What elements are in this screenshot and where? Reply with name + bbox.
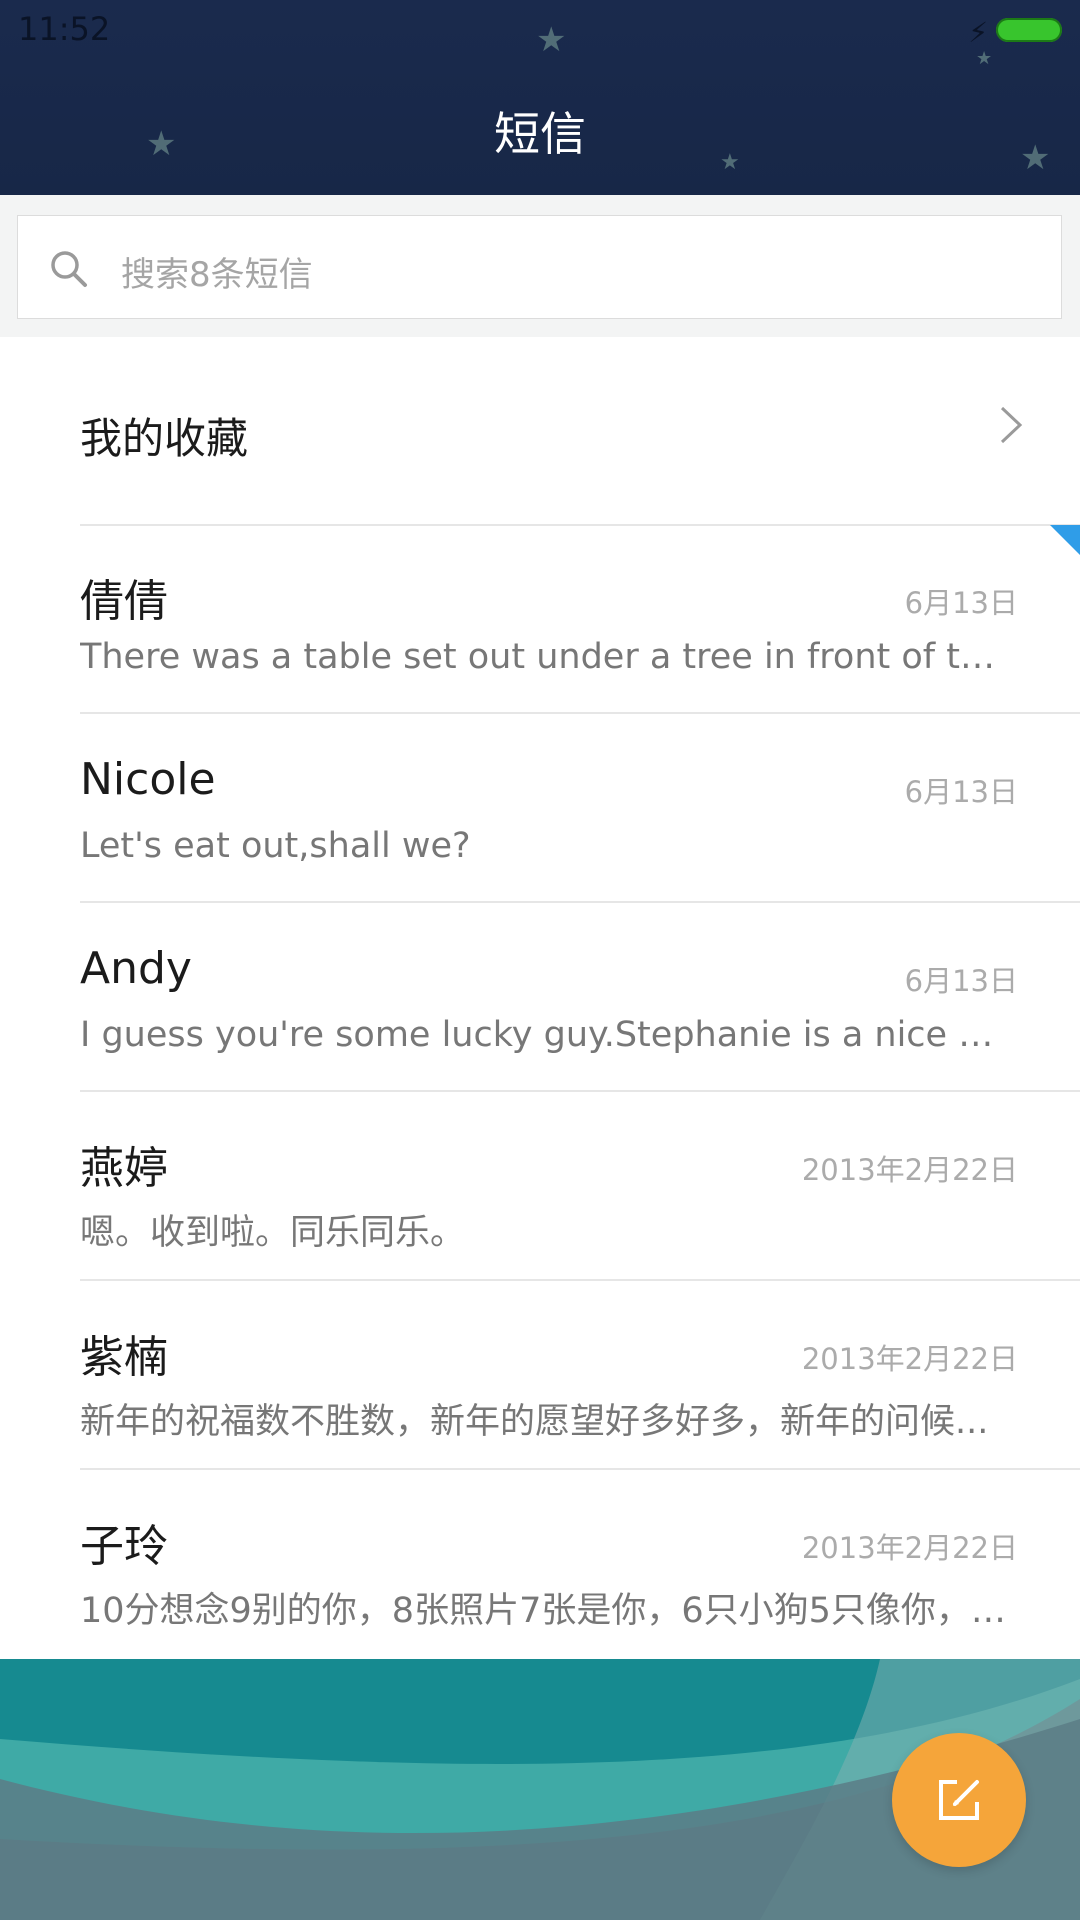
message-preview: 10分想念9别的你，8张照片7张是你，6只小狗5只像你，4...: [80, 1591, 1015, 1631]
message-date: 2013年2月22日: [801, 1153, 1018, 1187]
search-icon: [51, 251, 87, 287]
message-date: 6月13日: [904, 964, 1018, 998]
battery-icon: [996, 18, 1062, 42]
charging-icon: ⚡: [968, 16, 988, 49]
message-preview: 嗯。收到啦。同乐同乐。: [80, 1213, 466, 1253]
message-date: 6月13日: [904, 586, 1018, 620]
contact-name: 紫楠: [80, 1332, 168, 1383]
message-preview: Let's eat out,shall we?: [80, 826, 471, 866]
conversation-row[interactable]: 子玲 2013年2月22日 10分想念9别的你，8张照片7张是你，6只小狗5只像…: [0, 1470, 1080, 1659]
message-preview: There was a table set out under a tree i…: [80, 637, 1015, 677]
conversation-row[interactable]: 紫楠 2013年2月22日 新年的祝福数不胜数，新年的愿望好多好多，新年的问候.…: [0, 1281, 1080, 1470]
conversation-row[interactable]: Andy 6月13日 I guess you're some lucky guy…: [0, 903, 1080, 1092]
contact-name: 子玲: [80, 1521, 168, 1572]
message-date: 6月13日: [904, 775, 1018, 809]
search-input[interactable]: 搜索8条短信: [17, 215, 1062, 319]
message-preview: I guess you're some lucky guy.Stephanie …: [80, 1015, 1015, 1055]
message-preview: 新年的祝福数不胜数，新年的愿望好多好多，新年的问候...: [80, 1402, 989, 1442]
conversation-row[interactable]: 倩倩 6月13日 There was a table set out under…: [0, 525, 1080, 714]
unread-indicator: [1050, 525, 1080, 555]
conversation-row[interactable]: Nicole 6月13日 Let's eat out,shall we?: [0, 714, 1080, 903]
contact-name: 倩倩: [80, 576, 168, 627]
search-area: 搜索8条短信: [0, 195, 1080, 337]
star-icon: ★: [536, 20, 567, 60]
status-time: 11:52: [18, 10, 111, 48]
chevron-right-icon: [1000, 406, 1023, 444]
search-placeholder: 搜索8条短信: [121, 255, 313, 295]
app-header: 11:52 ⚡ ★ ★ ★ ★ ★ 短信: [0, 0, 1080, 195]
compose-icon: [939, 1780, 979, 1820]
favorites-label: 我的收藏: [80, 414, 249, 463]
contact-name: 燕婷: [80, 1143, 168, 1194]
favorites-row[interactable]: 我的收藏: [0, 337, 1080, 526]
page-title: 短信: [494, 107, 586, 161]
conversation-list: 我的收藏 倩倩 6月13日 There was a table set out …: [0, 337, 1080, 1659]
star-icon: ★: [976, 48, 993, 69]
contact-name: Andy: [80, 943, 192, 994]
message-date: 2013年2月22日: [801, 1531, 1018, 1565]
compose-button[interactable]: [892, 1733, 1026, 1867]
conversation-row[interactable]: 燕婷 2013年2月22日 嗯。收到啦。同乐同乐。: [0, 1092, 1080, 1281]
contact-name: Nicole: [80, 754, 216, 805]
message-date: 2013年2月22日: [801, 1342, 1018, 1376]
